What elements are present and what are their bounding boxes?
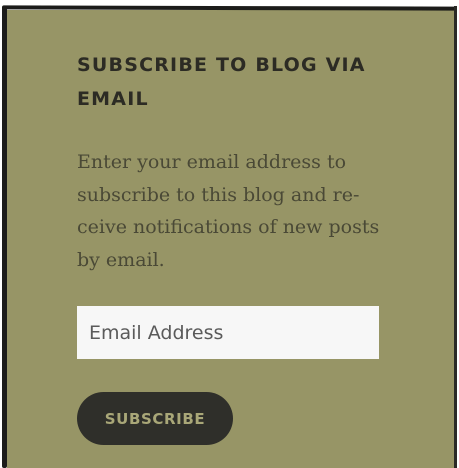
widget-title: SUBSCRIBE TO BLOG VIA EMAIL bbox=[77, 54, 366, 110]
border-edge-right bbox=[454, 6, 457, 468]
subscribe-button[interactable]: SUBSCRIBE bbox=[77, 392, 233, 445]
subscribe-widget: SUBSCRIBE TO BLOG VIA EMAIL Enter your e… bbox=[7, 10, 454, 468]
widget-description: Enter your email address to subscribe to… bbox=[77, 151, 380, 271]
border-edge-left bbox=[2, 6, 7, 468]
email-field[interactable] bbox=[77, 306, 379, 359]
page-frame: SUBSCRIBE TO BLOG VIA EMAIL Enter your e… bbox=[0, 0, 459, 468]
